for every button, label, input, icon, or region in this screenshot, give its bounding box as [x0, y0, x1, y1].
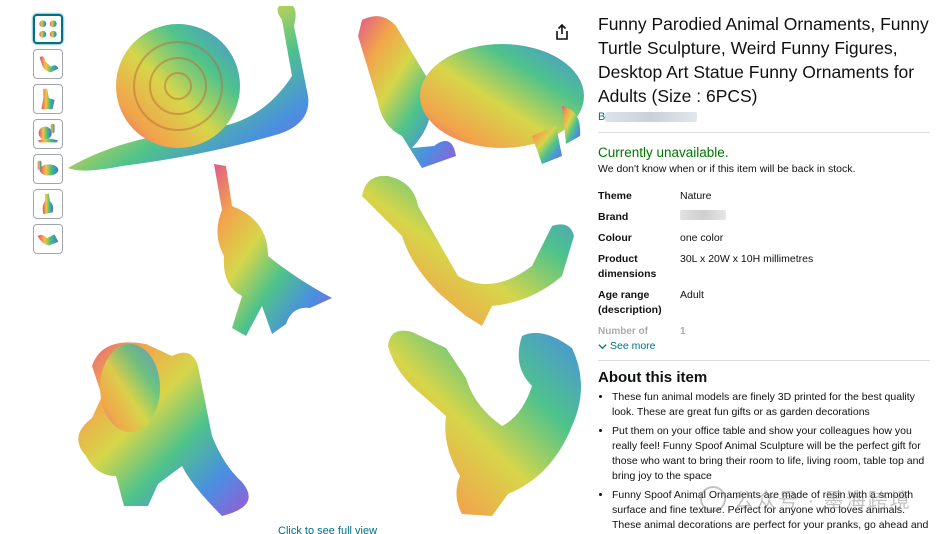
about-section-title: About this item: [598, 369, 708, 386]
spec-value: [680, 210, 930, 225]
redacted-brand-name: [605, 112, 698, 122]
watermark-logo-icon: [700, 485, 726, 512]
thumbnail-strip: [33, 14, 63, 259]
availability-status: Currently unavailable.: [598, 145, 729, 160]
spec-value: 1: [680, 326, 686, 334]
snail-figure: [68, 6, 309, 171]
main-product-image[interactable]: [62, 6, 592, 534]
watermark: 公众号 · 墨海跨境: [700, 484, 912, 513]
spec-key: Colour: [598, 232, 632, 244]
spec-row-brand: Brand: [598, 210, 930, 225]
spec-key: Theme: [598, 190, 632, 202]
squirrel-figure: [388, 330, 581, 516]
unicorn-figure: [214, 164, 332, 336]
product-info-panel: Funny Parodied Animal Ornaments, Funny T…: [598, 12, 930, 534]
spec-key: Age range (description): [598, 289, 662, 316]
thumbnail-4[interactable]: [33, 119, 63, 149]
bird-figure: [362, 175, 574, 326]
spec-value: Adult: [680, 289, 704, 301]
share-icon[interactable]: [552, 22, 572, 42]
product-title: Funny Parodied Animal Ornaments, Funny T…: [598, 14, 929, 106]
redacted-brand-value: [680, 210, 726, 220]
divider: [598, 360, 930, 361]
spec-row-age-range: Age range (description) Adult: [598, 288, 930, 318]
spec-key: Brand: [598, 211, 629, 223]
spec-row-faded: Number of 1: [598, 324, 930, 334]
thumbnail-6[interactable]: [33, 189, 63, 219]
brand-store-link[interactable]: B: [598, 110, 930, 124]
thumbnail-2[interactable]: [33, 49, 63, 79]
watermark-text: 公众号 · 墨海跨境: [734, 490, 912, 512]
see-full-view-link[interactable]: Click to see full view: [278, 525, 377, 534]
spec-value: 30L x 20W x 10H millimetres: [680, 253, 814, 265]
spec-row-colour: Colour one color: [598, 231, 930, 246]
see-more-label: See more: [610, 340, 656, 352]
spec-row-dimensions: Product dimensions 30L x 20W x 10H milli…: [598, 252, 930, 282]
availability-note: We don't know when or if this item will …: [598, 163, 856, 175]
product-specs: Theme Nature Brand Colour one color Prod…: [598, 189, 930, 334]
see-more-link[interactable]: See more: [598, 340, 930, 352]
spec-key: Number of: [598, 326, 648, 334]
chevron-down-icon: [598, 343, 607, 349]
thumbnail-5[interactable]: [33, 154, 63, 184]
thumbnail-1[interactable]: [33, 14, 63, 44]
thumbnail-3[interactable]: [33, 84, 63, 114]
thumbnail-7[interactable]: [33, 224, 63, 254]
elephant-figure: [78, 342, 249, 516]
turtle-figure: [358, 16, 584, 169]
spec-row-theme: Theme Nature: [598, 189, 930, 204]
divider: [598, 132, 930, 133]
about-bullet: Put them on your office table and show y…: [612, 424, 930, 485]
spec-key: Product dimensions: [598, 253, 657, 280]
brand-link-initial: B: [598, 111, 606, 123]
spec-value: one color: [680, 232, 724, 244]
spec-value: Nature: [680, 190, 712, 202]
about-bullet: These fun animal models are finely 3D pr…: [612, 390, 930, 421]
